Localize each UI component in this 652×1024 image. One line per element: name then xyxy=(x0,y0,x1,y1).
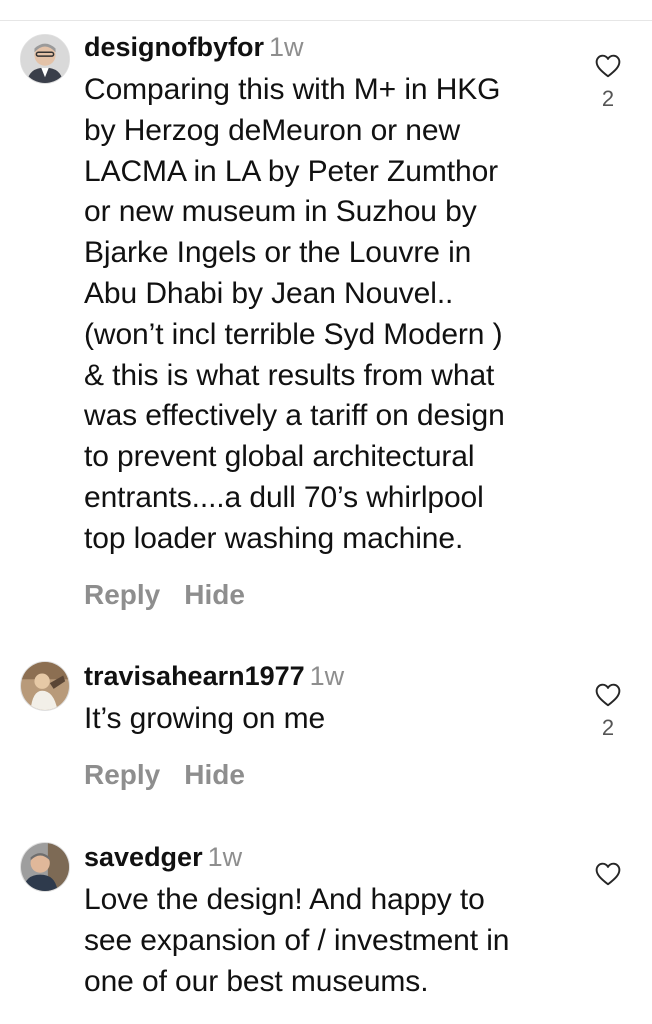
comment-line: or new museum in Suzhou by xyxy=(84,195,477,229)
avatar-image xyxy=(21,35,69,83)
comment-line: entrants....a dull 70’s whirlpool xyxy=(84,480,484,514)
comment-line: LACMA in LA by Peter Zumthor xyxy=(84,154,499,188)
like-control: 2 xyxy=(590,54,626,112)
avatar-image xyxy=(21,662,69,710)
comment-header: savedger 1w xyxy=(84,840,574,874)
timestamp: 1w xyxy=(309,661,345,691)
top-divider xyxy=(0,20,652,21)
comment-line: Abu Dhabi by Jean Nouvel.. xyxy=(84,276,454,310)
comment-line: It’s growing on me xyxy=(84,702,326,735)
heart-outline-icon[interactable] xyxy=(595,862,621,886)
avatar[interactable] xyxy=(20,842,70,892)
comment-line: by Herzog deMeuron or new xyxy=(84,113,461,147)
comment-body: savedger 1w Love the design! And happy to… xyxy=(84,840,574,1002)
heart-outline-icon[interactable] xyxy=(595,54,621,78)
comment-line: & this is what results from what xyxy=(84,358,495,392)
timestamp: 1w xyxy=(269,32,304,62)
like-control xyxy=(590,862,626,886)
comment-line: Bjarke Ingels or the Louvre in xyxy=(84,236,472,270)
like-control: 2 xyxy=(590,683,626,741)
like-count: 2 xyxy=(601,86,615,111)
comment-body: designofbyfor 1w Comparing this with M+ i… xyxy=(84,30,574,612)
like-count: 2 xyxy=(601,715,615,740)
username[interactable]: travisahearn1977 xyxy=(84,661,305,691)
hide-button[interactable]: Hide xyxy=(184,579,245,610)
username[interactable]: savedger xyxy=(84,842,203,872)
timestamp: 1w xyxy=(207,842,243,872)
avatar[interactable] xyxy=(20,34,70,84)
comment-line: was effectively a tariff on design xyxy=(84,399,505,433)
comment-line: Love the design! And happy to xyxy=(84,883,485,916)
comment-header: designofbyfor 1w xyxy=(84,30,574,64)
avatar[interactable] xyxy=(20,661,70,711)
comment-actions: Reply Hide xyxy=(84,578,574,612)
reply-button[interactable]: Reply xyxy=(84,759,160,790)
comment-line: to prevent global architectural xyxy=(84,440,475,474)
comment-body: travisahearn1977 1w It’s growing on me Re… xyxy=(84,659,574,792)
comment-text: Love the design! And happy to see expans… xyxy=(84,880,574,1002)
hide-button[interactable]: Hide xyxy=(184,759,245,790)
heart-outline-icon[interactable] xyxy=(595,683,621,707)
avatar-image xyxy=(21,843,69,891)
comment-line: (won’t incl terrible Syd Modern ) xyxy=(84,317,503,351)
reply-button[interactable]: Reply xyxy=(84,579,160,610)
comment-line: see expansion of / investment in xyxy=(84,923,510,957)
comment-text: Comparing this with M+ in HKG by Herzog … xyxy=(84,70,574,560)
comment-line: one of our best museums. xyxy=(84,964,429,998)
username[interactable]: designofbyfor xyxy=(84,32,264,62)
comment-actions: Reply Hide xyxy=(84,758,574,792)
comment-line: Comparing this with M+ in HKG xyxy=(84,73,501,106)
comment-text: It’s growing on me xyxy=(84,699,574,740)
comment-line: top loader washing machine. xyxy=(84,521,464,555)
comment-header: travisahearn1977 1w xyxy=(84,659,574,693)
